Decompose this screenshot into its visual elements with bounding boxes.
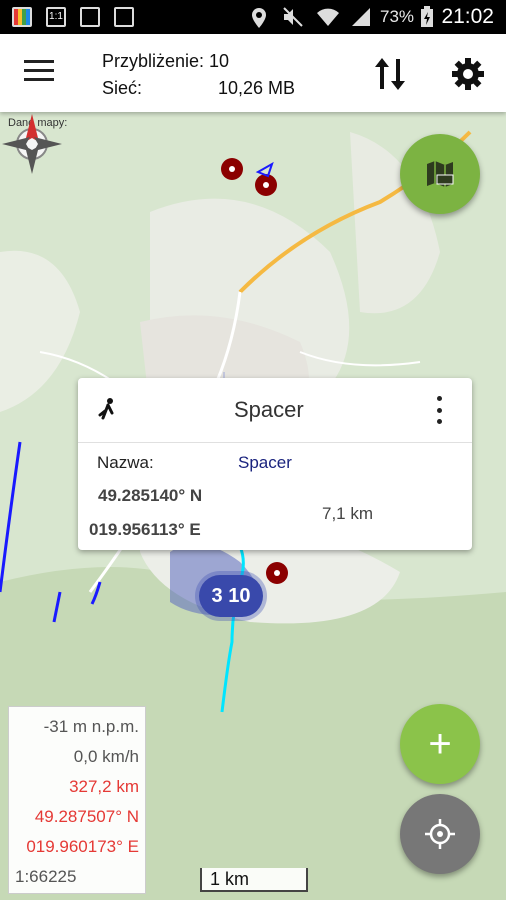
wifi-icon [317,8,339,26]
popup-latitude: 49.285140° N [98,486,203,505]
record-map-button[interactable] [400,134,480,214]
clock: 21:02 [441,5,494,28]
battery-percent: 73% [380,7,415,26]
latitude-text: 49.287507° N [34,807,139,826]
status-bar: 1:1 73% 21:02 [0,0,506,34]
toolbar: Przybliżenie: 10 Sieć: 10,26 MB [0,34,506,112]
locate-button[interactable] [400,794,480,874]
record-map-icon [427,161,454,187]
compass-icon[interactable] [0,112,64,176]
scale-ratio-text: 1:66225 [15,867,77,886]
mute-icon [283,7,303,27]
screen-icon [114,7,134,27]
signal-icon [352,8,370,26]
waypoint-cluster[interactable]: 3 10 [199,575,263,617]
popup-longitude: 019.956113° E [89,520,201,539]
one-to-one-icon: 1:1 [46,7,66,27]
gallery-icon [12,7,32,27]
gps-info-panel: -31 m n.p.m. 0,0 km/h 327,2 km 49.287507… [8,706,146,894]
popup-distance: 7,1 km [322,504,374,523]
battery-charging-icon [421,6,433,27]
menu-icon[interactable] [24,60,54,86]
image-icon [80,7,100,27]
network-label: Sieć: [102,78,143,98]
speed-text: 0,0 km/h [73,747,139,766]
zoom-level-text: Przybliżenie: 10 [102,51,230,71]
settings-gear-icon[interactable] [448,54,488,94]
gps-target-icon [425,819,455,849]
popup-name-value: Spacer [238,453,292,472]
sort-arrows-icon[interactable] [372,54,408,94]
popup-name-label: Nazwa: [97,453,154,472]
popup-divider [78,442,472,443]
add-button[interactable]: + [400,704,480,784]
longitude-text: 019.960173° E [26,837,139,856]
walking-track-icon [98,398,114,420]
popup-title: Spacer [234,397,304,422]
network-value: 10,26 MB [218,78,296,98]
more-vert-icon[interactable] [432,396,446,424]
location-icon [252,8,266,28]
scale-bar: 1 km [200,868,308,892]
distance-text: 327,2 km [69,777,139,796]
altitude-text: -31 m n.p.m. [43,717,139,736]
track-popup-card[interactable]: Spacer Nazwa: Spacer 49.285140° N 019.95… [78,378,472,550]
